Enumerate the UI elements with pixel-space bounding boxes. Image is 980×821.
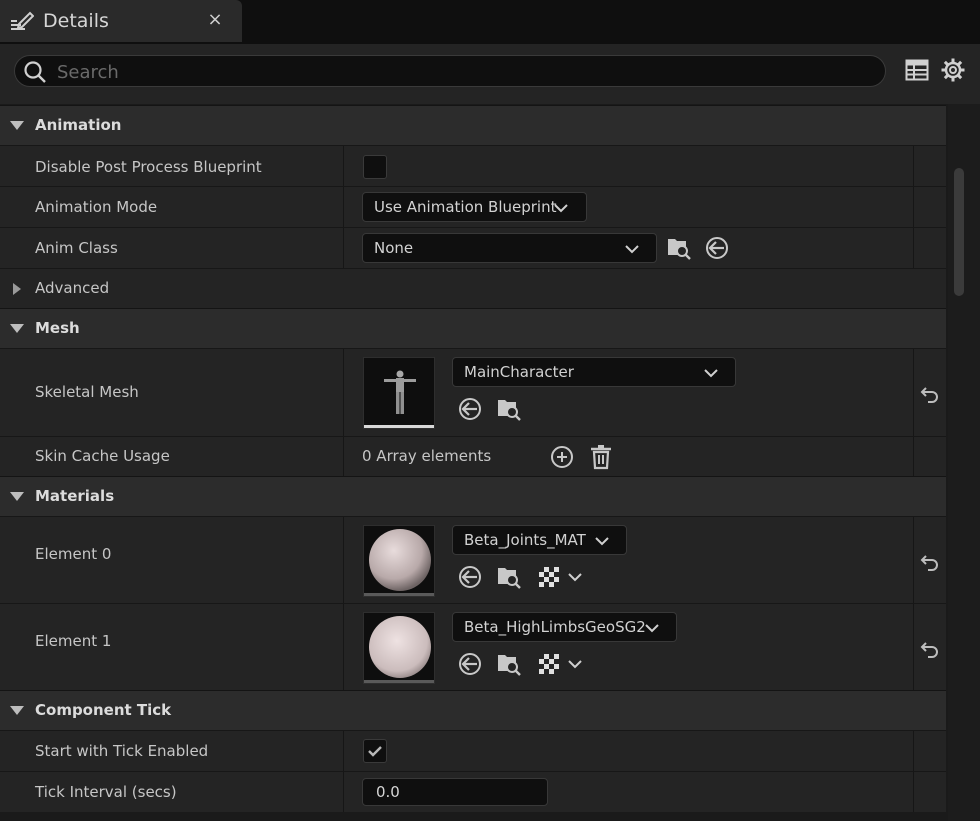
- use-selected-icon[interactable]: [458, 397, 482, 421]
- tick-interval-input[interactable]: 0.0: [362, 778, 548, 806]
- search-row: [0, 44, 980, 104]
- category-label: Materials: [35, 487, 115, 505]
- browse-icon[interactable]: [666, 235, 692, 261]
- category-mesh[interactable]: Mesh: [0, 308, 946, 348]
- element-0-material-dropdown[interactable]: Beta_Joints_MAT: [452, 525, 627, 555]
- search-icon: [24, 61, 46, 83]
- tab-details[interactable]: Details ×: [0, 0, 242, 42]
- dropdown-value: Use Animation Blueprint: [374, 198, 557, 216]
- category-label: Mesh: [35, 319, 80, 337]
- reset-icon[interactable]: [918, 385, 940, 403]
- property-label: Tick Interval (secs): [35, 783, 177, 801]
- material-thumbnail[interactable]: [363, 525, 435, 597]
- chevron-down-icon: [595, 537, 609, 546]
- chevron-down-icon: [625, 245, 639, 254]
- browse-icon[interactable]: [496, 396, 522, 422]
- row-advanced[interactable]: Advanced: [0, 268, 946, 308]
- property-label: Element 1: [35, 632, 112, 650]
- row-start-with-tick: Start with Tick Enabled: [0, 730, 946, 771]
- category-materials[interactable]: Materials: [0, 476, 946, 516]
- scrollbar-thumb[interactable]: [954, 168, 964, 296]
- anim-class-dropdown[interactable]: None: [362, 233, 657, 263]
- element-1-material-dropdown[interactable]: Beta_HighLimbsGeoSG2: [452, 612, 677, 642]
- dropdown-value: None: [374, 239, 414, 257]
- property-label: Element 0: [35, 545, 112, 563]
- row-skeletal-mesh: Skeletal Mesh MainCharacter: [0, 348, 946, 436]
- numeric-value: 0.0: [376, 783, 400, 801]
- property-label: Anim Class: [35, 239, 118, 257]
- search-box[interactable]: [14, 55, 886, 87]
- property-label: Start with Tick Enabled: [35, 742, 209, 760]
- dropdown-value: MainCharacter: [464, 363, 574, 381]
- search-input[interactable]: [55, 58, 859, 86]
- material-thumbnail[interactable]: [363, 612, 435, 684]
- chevron-down-icon: [645, 624, 659, 633]
- row-anim-class: Anim Class None: [0, 227, 946, 268]
- expand-arrow-icon: [10, 492, 24, 501]
- expand-arrow-icon: [10, 324, 24, 333]
- array-count: 0 Array elements: [362, 447, 492, 465]
- property-label: Skeletal Mesh: [35, 383, 139, 401]
- property-label: Animation Mode: [35, 198, 158, 216]
- animation-mode-dropdown[interactable]: Use Animation Blueprint: [362, 192, 587, 222]
- row-skin-cache-usage: Skin Cache Usage 0 Array elements: [0, 436, 946, 476]
- row-element-0: Element 0 Beta_Joints_MAT: [0, 516, 946, 603]
- dropdown-value: Beta_Joints_MAT: [464, 531, 586, 549]
- checker-icon[interactable]: [538, 653, 586, 675]
- category-component-tick[interactable]: Component Tick: [0, 690, 946, 730]
- checker-icon[interactable]: [538, 566, 586, 588]
- gear-icon[interactable]: [941, 58, 965, 82]
- property-label: Disable Post Process Blueprint: [35, 158, 262, 176]
- chevron-down-icon: [704, 369, 718, 378]
- add-icon[interactable]: [550, 445, 574, 469]
- character-preview-icon: [384, 370, 416, 414]
- row-disable-post-process: Disable Post Process Blueprint: [0, 145, 946, 186]
- expand-arrow-icon: [10, 121, 24, 130]
- property-label: Skin Cache Usage: [35, 447, 170, 465]
- material-sphere-icon: [369, 529, 431, 591]
- use-selected-icon[interactable]: [458, 565, 482, 589]
- disable-post-process-checkbox[interactable]: [363, 155, 387, 179]
- category-animation[interactable]: Animation: [0, 105, 946, 145]
- dropdown-value: Beta_HighLimbsGeoSG2: [464, 618, 646, 636]
- reset-icon[interactable]: [918, 640, 940, 658]
- skeletal-mesh-thumbnail[interactable]: [363, 357, 435, 429]
- close-icon[interactable]: ×: [204, 9, 226, 31]
- browse-icon[interactable]: [496, 564, 522, 590]
- table-icon[interactable]: [905, 59, 929, 81]
- chevron-down-icon: [554, 204, 568, 213]
- category-label: Animation: [35, 116, 122, 134]
- expand-arrow-icon: [10, 706, 24, 715]
- advanced-label: Advanced: [35, 279, 110, 297]
- use-selected-icon[interactable]: [705, 236, 729, 260]
- material-sphere-icon: [369, 616, 431, 678]
- row-animation-mode: Animation Mode Use Animation Blueprint: [0, 186, 946, 227]
- row-element-1: Element 1 Beta_HighLimbsGeoSG2: [0, 603, 946, 690]
- tab-bar: Details ×: [0, 0, 980, 44]
- scrollbar-track[interactable]: [948, 104, 980, 821]
- use-selected-icon[interactable]: [458, 652, 482, 676]
- row-tick-interval: Tick Interval (secs) 0.0: [0, 771, 946, 812]
- expand-arrow-icon: [13, 283, 21, 295]
- reset-icon[interactable]: [918, 553, 940, 571]
- skeletal-mesh-dropdown[interactable]: MainCharacter: [452, 357, 736, 387]
- browse-icon[interactable]: [496, 651, 522, 677]
- category-label: Component Tick: [35, 701, 172, 719]
- tab-title: Details: [43, 10, 109, 32]
- checkmark-icon: [368, 746, 382, 757]
- edit-icon: [11, 11, 34, 30]
- delete-icon[interactable]: [589, 444, 613, 470]
- start-tick-checkbox[interactable]: [363, 739, 387, 763]
